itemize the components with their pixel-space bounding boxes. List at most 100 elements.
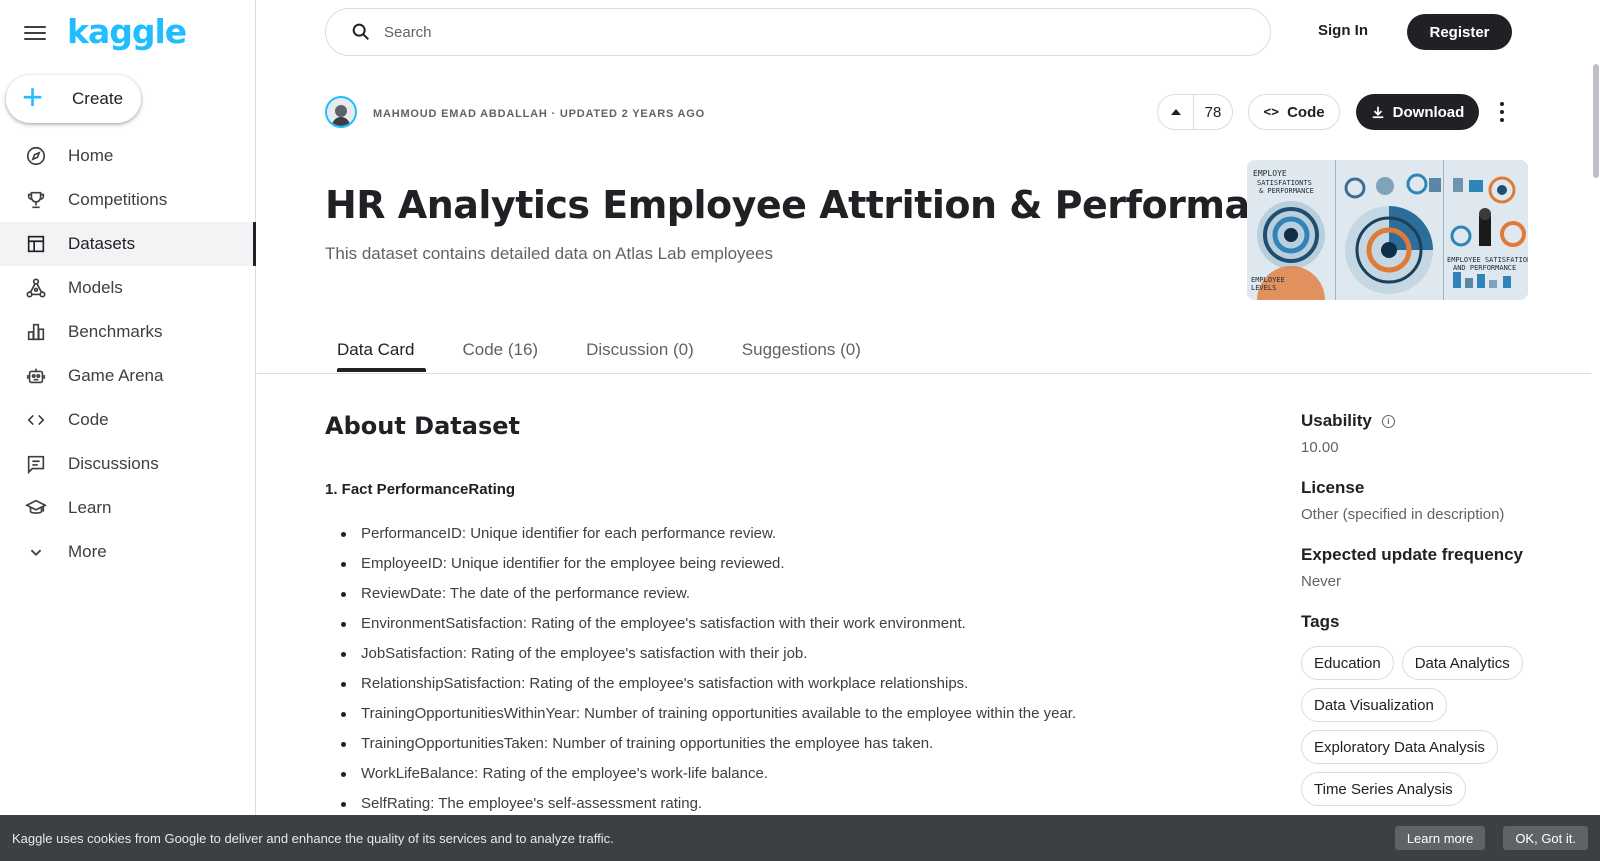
tag-chip[interactable]: Data Analytics xyxy=(1401,646,1523,680)
download-button-label: Download xyxy=(1392,103,1465,121)
chevron-down-icon xyxy=(24,540,48,564)
avatar-body xyxy=(332,117,350,126)
tags-list: Education Data Analytics Data Visualizat… xyxy=(1301,646,1541,814)
download-button[interactable]: Download xyxy=(1356,94,1479,130)
sidebar-item-competitions[interactable]: Competitions xyxy=(0,178,256,222)
tag-chip[interactable]: Exploratory Data Analysis xyxy=(1301,730,1498,764)
dataset-meta-panel: Usability i 10.00 License Other (specifi… xyxy=(1301,411,1541,814)
sidebar-item-label: Models xyxy=(68,278,123,297)
usability-value: 10.00 xyxy=(1301,439,1339,456)
search-bar[interactable] xyxy=(325,8,1271,56)
comment-icon xyxy=(24,452,48,476)
register-button[interactable]: Register xyxy=(1407,14,1512,50)
graduation-cap-icon xyxy=(24,496,48,520)
sidebar: kaggle + Create Home Competitions Datase… xyxy=(0,0,256,861)
download-icon xyxy=(1372,106,1383,119)
models-icon xyxy=(24,276,48,300)
cookie-ok-button[interactable]: OK, Got it. xyxy=(1503,826,1588,850)
robot-icon xyxy=(24,364,48,388)
learn-more-button[interactable]: Learn more xyxy=(1394,826,1486,850)
app-root: kaggle + Create Home Competitions Datase… xyxy=(0,0,1600,861)
frequency-value: Never xyxy=(1301,573,1342,590)
section-heading: 1. Fact PerformanceRating xyxy=(325,481,516,498)
sidebar-item-label: Discussions xyxy=(68,454,159,473)
cover-text-top: EMPLOYE xyxy=(1253,169,1287,178)
bar-chart-icon xyxy=(24,320,48,344)
trophy-icon xyxy=(24,188,48,212)
sidebar-item-more[interactable]: More xyxy=(0,530,256,574)
sidebar-item-game-arena[interactable]: Game Arena xyxy=(0,354,256,398)
sidebar-item-label: Datasets xyxy=(68,234,136,253)
usability-heading: Usability i xyxy=(1301,411,1541,431)
dataset-subtitle: This dataset contains detailed data on A… xyxy=(325,244,773,263)
list-item: JobSatisfaction: Rating of the employee'… xyxy=(325,645,1076,675)
tags-label: Tags xyxy=(1301,612,1340,631)
sidebar-item-datasets[interactable]: Datasets xyxy=(0,222,256,266)
sidebar-item-learn[interactable]: Learn xyxy=(0,486,256,530)
sign-in-button[interactable]: Sign In xyxy=(1318,22,1368,39)
sidebar-item-label: Game Arena xyxy=(68,366,164,385)
page-scrollbar[interactable] xyxy=(1591,0,1600,861)
owner-updated-line[interactable]: MAHMOUD EMAD ABDALLAH · UPDATED 2 YEARS … xyxy=(373,108,705,120)
compass-icon xyxy=(24,144,48,168)
code-button[interactable]: <> Code xyxy=(1248,94,1340,130)
sidebar-item-label: More xyxy=(68,542,107,561)
list-item: PerformanceID: Unique identifier for eac… xyxy=(325,525,1076,555)
dataset-title: HR Analytics Employee Attrition & Perfor… xyxy=(325,183,1324,227)
list-item: ReviewDate: The date of the performance … xyxy=(325,585,1076,615)
list-item: EnvironmentSatisfaction: Rating of the e… xyxy=(325,615,1076,645)
menu-icon[interactable] xyxy=(24,22,46,42)
tab-suggestions[interactable]: Suggestions (0) xyxy=(730,332,873,372)
tab-code[interactable]: Code (16) xyxy=(450,332,550,372)
vote-count: 78 xyxy=(1204,103,1222,121)
list-item: EmployeeID: Unique identifier for the em… xyxy=(325,555,1076,585)
sidebar-item-label: Benchmarks xyxy=(68,322,163,341)
arrow-up-icon xyxy=(1170,109,1181,115)
create-button[interactable]: + Create xyxy=(6,75,141,123)
dataset-cover-image: EMPLOYE SATISFATIONTS & PERFORMANCE EMPL… xyxy=(1247,160,1528,300)
tag-chip[interactable]: Education xyxy=(1301,646,1394,680)
sidebar-item-models[interactable]: Models xyxy=(0,266,256,310)
vote-widget: 78 xyxy=(1157,94,1233,130)
tag-chip[interactable]: Time Series Analysis xyxy=(1301,772,1466,806)
list-item: WorkLifeBalance: Rating of the employee'… xyxy=(325,765,1076,795)
tab-divider xyxy=(257,373,1593,374)
svg-text:AND PERFORMANCE: AND PERFORMANCE xyxy=(1453,264,1516,272)
scrollbar-thumb[interactable] xyxy=(1593,64,1599,178)
sidebar-item-label: Competitions xyxy=(68,190,168,209)
sidebar-item-label: Home xyxy=(68,146,114,165)
code-button-label: Code xyxy=(1287,103,1325,121)
svg-text:SATISFATIONTS: SATISFATIONTS xyxy=(1257,179,1312,187)
search-input[interactable] xyxy=(384,23,1184,41)
about-dataset-heading: About Dataset xyxy=(325,412,520,440)
owner-avatar[interactable] xyxy=(325,96,357,128)
svg-text:EMPLOYEE: EMPLOYEE xyxy=(1251,276,1285,284)
tab-discussion[interactable]: Discussion (0) xyxy=(574,332,706,372)
svg-text:EMPLOYEE SATISFATION: EMPLOYEE SATISFATION xyxy=(1447,256,1528,264)
sidebar-nav: Home Competitions Datasets Models Benchm… xyxy=(0,134,256,574)
upvote-button[interactable] xyxy=(1158,95,1194,129)
tag-chip[interactable]: Data Visualization xyxy=(1301,688,1447,722)
sidebar-item-discussions[interactable]: Discussions xyxy=(0,442,256,486)
code-icon: <> xyxy=(1263,104,1280,120)
list-item: TrainingOpportunitiesTaken: Number of tr… xyxy=(325,735,1076,765)
list-item: TrainingOpportunitiesWithinYear: Number … xyxy=(325,705,1076,735)
more-options-icon[interactable] xyxy=(1497,100,1507,124)
create-label: Create xyxy=(72,89,124,108)
info-icon[interactable]: i xyxy=(1381,414,1395,428)
svg-text:& PERFORMANCE: & PERFORMANCE xyxy=(1259,187,1314,195)
list-item: RelationshipSatisfaction: Rating of the … xyxy=(325,675,1076,705)
sidebar-item-home[interactable]: Home xyxy=(0,134,256,178)
sidebar-item-label: Learn xyxy=(68,498,112,517)
license-value: Other (specified in description) xyxy=(1301,506,1505,523)
sidebar-item-benchmarks[interactable]: Benchmarks xyxy=(0,310,256,354)
avatar-head xyxy=(335,105,347,117)
license-label: License xyxy=(1301,478,1365,497)
tab-data-card[interactable]: Data Card xyxy=(325,332,427,372)
dataset-tabs: Data Card Code (16) Discussion (0) Sugge… xyxy=(325,332,897,372)
svg-text:LEVELS: LEVELS xyxy=(1251,284,1276,292)
sidebar-item-code[interactable]: Code xyxy=(0,398,256,442)
kaggle-logo[interactable]: kaggle xyxy=(67,12,187,51)
plus-icon: + xyxy=(22,76,44,117)
search-icon xyxy=(352,23,370,41)
